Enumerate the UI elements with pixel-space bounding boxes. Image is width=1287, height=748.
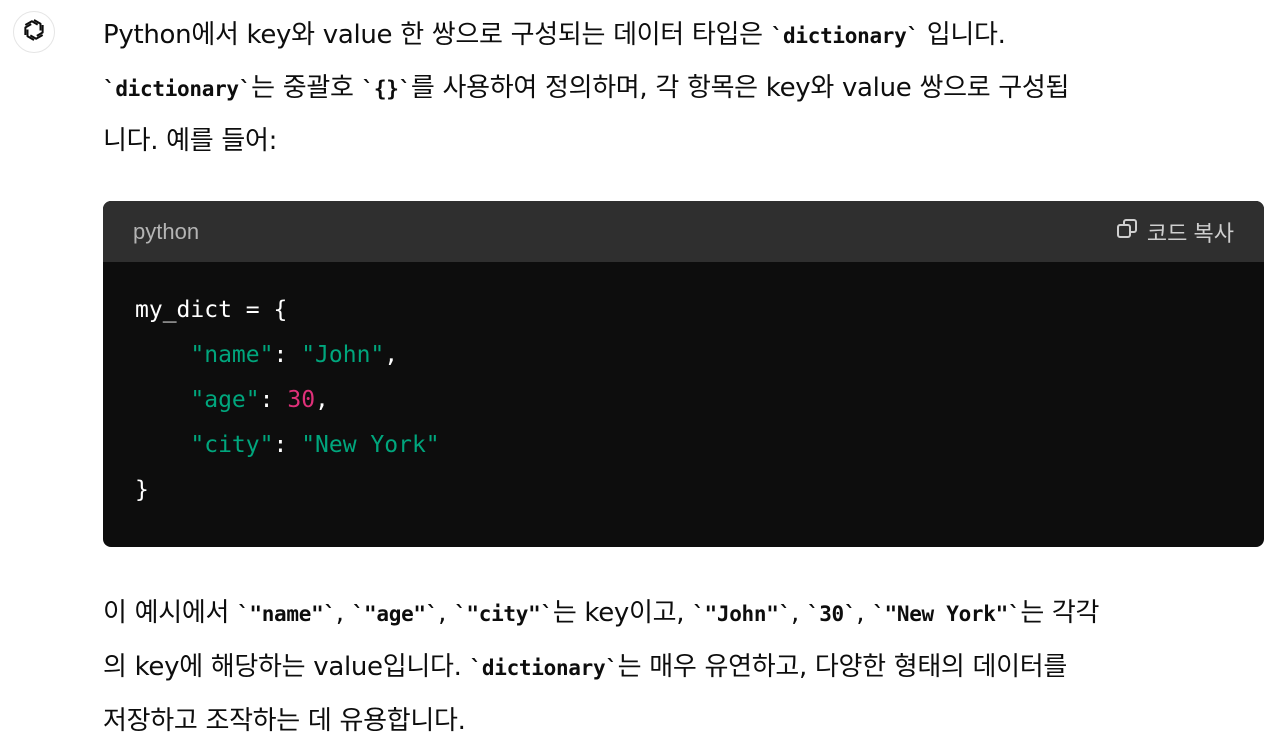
assistant-avatar	[13, 11, 55, 53]
copy-icon	[1115, 217, 1139, 247]
inline-code: `{}`	[361, 77, 412, 101]
intro-line-1: Python에서 key와 value 한 쌍으로 구성되는 데이터 타입은 `…	[103, 9, 1271, 62]
assistant-message-intro: Python에서 key와 value 한 쌍으로 구성되는 데이터 타입은 `…	[103, 9, 1271, 167]
code-block: python 코드 복사 my_dict = { "name": "John",…	[103, 201, 1264, 547]
intro-line-2: `dictionary`는 중괄호 `{}`를 사용하여 정의하며, 각 항목은…	[103, 62, 1271, 115]
code-string: "John"	[301, 342, 385, 368]
text: ,	[790, 598, 807, 628]
text: 입니다.	[918, 20, 1006, 50]
code-token: ,	[315, 387, 329, 413]
outro-line-3: 저장하고 조작하는 데 유용합니다.	[103, 706, 466, 736]
text: 는 중괄호	[251, 73, 362, 103]
text: 는 각각	[1020, 598, 1100, 628]
text: 는 매우 유연하고, 다양한 형태의 데이터를	[617, 652, 1068, 682]
text: 이 예시에서	[103, 598, 238, 628]
code-string: "New York"	[301, 432, 440, 458]
code-line: "name": "John",	[135, 333, 1232, 378]
copy-code-button[interactable]: 코드 복사	[1115, 216, 1234, 248]
code-token: :	[273, 342, 302, 368]
code-language-label: python	[133, 218, 200, 244]
inline-code: `"age"`	[351, 602, 439, 626]
text: ,	[438, 598, 455, 628]
text: ,	[335, 598, 352, 628]
inline-code: `"John"`	[692, 602, 791, 626]
copy-code-label: 코드 복사	[1146, 220, 1234, 246]
code-line: my_dict = {	[135, 288, 1232, 333]
inline-code: `"name"`	[237, 602, 336, 626]
outro-line-2: 의 key에 해당하는 value입니다. `dictionary`는 매우 유…	[103, 641, 1278, 695]
code-content: my_dict = { "name": "John", "age": 30, "…	[103, 262, 1264, 539]
code-line: }	[135, 468, 1232, 513]
code-block-header: python 코드 복사	[103, 201, 1264, 262]
text: 는 key이고,	[552, 598, 693, 628]
inline-code: `dictionary`	[103, 77, 252, 101]
openai-logo-icon	[20, 16, 48, 48]
code-token: my_dict = {	[135, 297, 288, 323]
code-string: "city"	[190, 432, 274, 458]
text: 를 사용하여 정의하며, 각 항목은 key와 value 쌍으로 구성됩	[410, 73, 1070, 103]
inline-code: `dictionary`	[770, 24, 919, 48]
code-line: "city": "New York"	[135, 423, 1232, 468]
text: Python에서 key와 value 한 쌍으로 구성되는 데이터 타입은	[103, 20, 771, 50]
inline-code: `"city"`	[454, 602, 553, 626]
inline-code: `30`	[806, 602, 857, 626]
code-token: :	[273, 432, 302, 458]
outro-line-1: 이 예시에서 `"name"`, `"age"`, `"city"`는 key이…	[103, 587, 1278, 641]
assistant-message-outro: 이 예시에서 `"name"`, `"age"`, `"city"`는 key이…	[103, 587, 1278, 748]
inline-code: `"New York"`	[872, 602, 1021, 626]
inline-code: `dictionary`	[469, 656, 618, 680]
text: 의 key에 해당하는 value입니다.	[103, 652, 470, 682]
code-token: ,	[384, 342, 399, 368]
code-line: "age": 30,	[135, 378, 1232, 423]
code-string: "name"	[190, 342, 274, 368]
text: ,	[856, 598, 873, 628]
code-number: 30	[287, 387, 316, 413]
code-token: :	[259, 387, 288, 413]
intro-line-3: 니다. 예를 들어:	[103, 126, 278, 156]
code-string: "age"	[190, 387, 260, 413]
code-token: }	[135, 477, 149, 503]
